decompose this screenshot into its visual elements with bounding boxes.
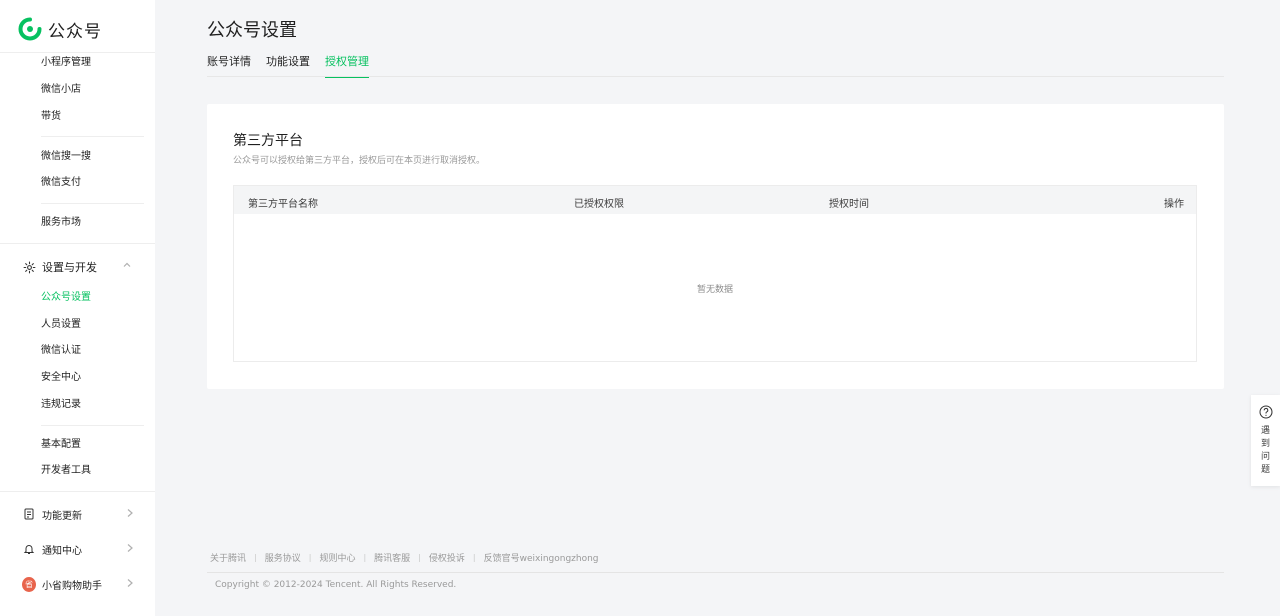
footer-link-feedback[interactable]: 反馈官号weixingongzhong	[484, 551, 599, 564]
column-header-permissions: 已授权权限	[574, 199, 624, 210]
sidebar-bottom-label: 通知中心	[42, 545, 82, 557]
table-header: 第三方平台名称 已授权权限 授权时间 操作	[234, 186, 1196, 214]
sidebar: 公众号 小程序管理 微信小店 带货 微信搜一搜 微信支付 服务市场 设置与开发 …	[0, 0, 155, 616]
footer-separator: |	[363, 553, 367, 562]
footer-separator: |	[254, 553, 257, 562]
tab-bar: 账号详情 功能设置 授权管理	[207, 54, 369, 78]
avatar: 省	[22, 576, 36, 592]
gear-icon	[22, 260, 36, 274]
tab-authorization[interactable]: 授权管理	[325, 54, 369, 78]
bell-icon	[22, 542, 36, 556]
footer-divider	[207, 572, 1224, 573]
sidebar-divider	[41, 203, 144, 204]
sidebar-notifications[interactable]: 通知中心	[22, 541, 134, 557]
app-name: 公众号	[48, 21, 102, 42]
footer-link-about[interactable]: 关于腾讯	[210, 551, 246, 564]
account-name: 小省购物助手	[42, 580, 102, 592]
third-party-card: 第三方平台 公众号可以授权给第三方平台，授权后可在本页进行取消授权。 第三方平台…	[207, 104, 1224, 389]
footer-link-complaint[interactable]: 侵权投诉	[429, 551, 465, 564]
sidebar-item-security[interactable]: 安全中心	[41, 372, 81, 384]
copyright-text: Copyright © 2012-2024 Tencent. All Right…	[215, 580, 457, 590]
app-logo[interactable]: 公众号	[18, 16, 102, 42]
sidebar-item-search[interactable]: 微信搜一搜	[41, 151, 91, 163]
update-icon	[22, 507, 36, 521]
sidebar-divider	[41, 425, 144, 426]
help-widget[interactable]: 遇到问题	[1251, 395, 1280, 486]
footer-link-rules[interactable]: 规则中心	[319, 551, 355, 564]
card-description: 公众号可以授权给第三方平台，授权后可在本页进行取消授权。	[233, 156, 486, 166]
sidebar-item-members[interactable]: 人员设置	[41, 319, 81, 331]
sidebar-divider	[0, 491, 155, 492]
footer-separator: |	[472, 553, 476, 562]
sidebar-item-market[interactable]: 服务市场	[41, 217, 81, 229]
chevron-right-icon	[126, 543, 134, 556]
sidebar-item-verification[interactable]: 微信认证	[41, 345, 81, 357]
sidebar-group-label: 设置与开发	[42, 261, 97, 274]
sidebar-divider	[0, 243, 155, 244]
avatar-wrapper: 省	[22, 576, 36, 592]
sidebar-item-miniprogram[interactable]: 小程序管理	[41, 57, 91, 69]
chevron-right-icon	[126, 508, 134, 521]
card-title: 第三方平台	[233, 133, 303, 149]
sidebar-bottom-label: 功能更新	[42, 510, 82, 522]
sidebar-divider	[41, 136, 144, 137]
footer-separator: |	[418, 553, 421, 562]
footer-links: 关于腾讯 | 服务协议 | 规则中心 | 腾讯客服 | 侵权投诉 | 反馈官号w…	[210, 551, 599, 564]
sidebar-item-sales[interactable]: 带货	[41, 111, 61, 123]
sidebar-item-dev-tools[interactable]: 开发者工具	[41, 465, 91, 477]
page-title: 公众号设置	[207, 20, 297, 41]
sidebar-item-account-settings[interactable]: 公众号设置	[41, 292, 91, 304]
authorization-table: 第三方平台名称 已授权权限 授权时间 操作 暂无数据	[233, 185, 1197, 362]
sidebar-feature-updates[interactable]: 功能更新	[22, 506, 134, 522]
tab-account-details[interactable]: 账号详情	[207, 54, 251, 76]
sidebar-group-settings[interactable]: 设置与开发	[22, 259, 131, 275]
sidebar-item-pay[interactable]: 微信支付	[41, 177, 81, 189]
chevron-right-icon	[126, 578, 134, 591]
footer-separator: |	[308, 553, 312, 562]
column-header-time: 授权时间	[829, 199, 869, 210]
empty-state-text: 暂无数据	[696, 285, 733, 295]
tab-underline-divider	[207, 76, 1224, 77]
wechat-official-logo-icon	[18, 17, 42, 41]
sidebar-item-violations[interactable]: 违规记录	[41, 399, 81, 411]
sidebar-account[interactable]: 省 小省购物助手	[22, 576, 134, 592]
sidebar-item-shop[interactable]: 微信小店	[41, 84, 81, 96]
help-label: 遇到问题	[1260, 426, 1270, 475]
footer-link-support[interactable]: 腾讯客服	[374, 551, 410, 564]
column-header-actions: 操作	[1164, 199, 1184, 210]
sidebar-item-basic-config[interactable]: 基本配置	[41, 439, 81, 451]
chevron-up-icon	[122, 260, 132, 273]
column-header-platform: 第三方平台名称	[248, 199, 318, 210]
sidebar-divider	[0, 52, 155, 53]
footer-link-terms[interactable]: 服务协议	[265, 551, 301, 564]
tab-feature-settings[interactable]: 功能设置	[266, 54, 310, 76]
question-circle-icon	[1259, 404, 1273, 423]
